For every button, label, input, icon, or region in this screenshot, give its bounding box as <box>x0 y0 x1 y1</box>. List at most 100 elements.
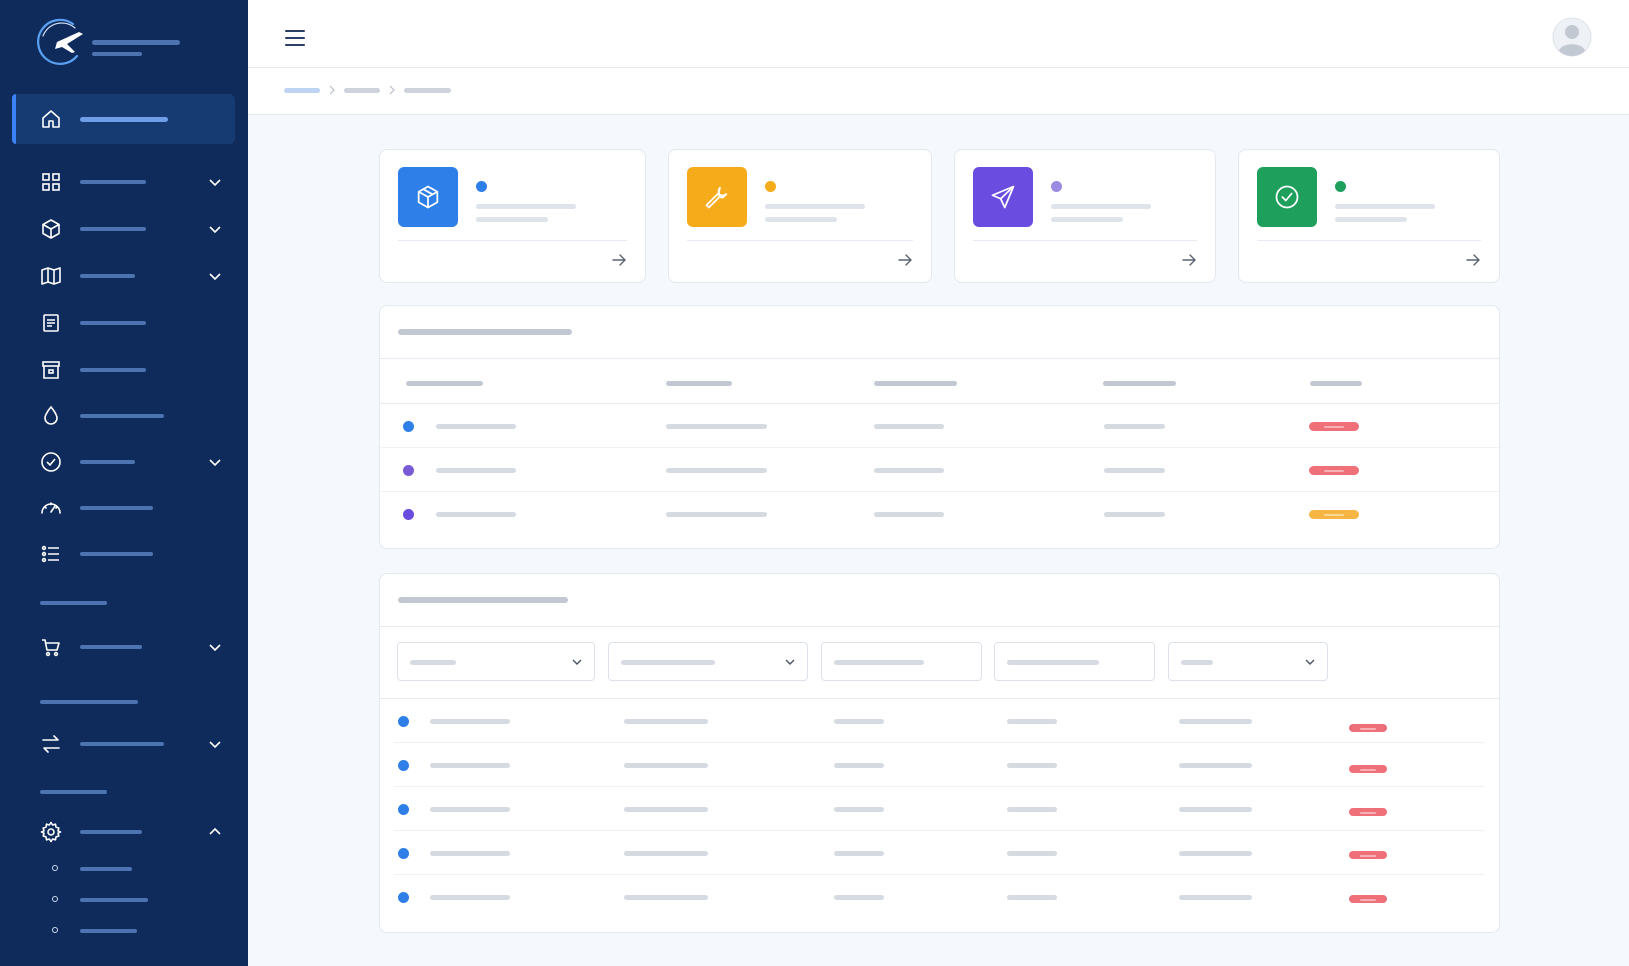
table-cell <box>624 851 708 856</box>
table-cell <box>1104 512 1165 517</box>
table-cell <box>1007 851 1057 856</box>
bullet-icon <box>52 896 58 902</box>
table-header-cell[interactable] <box>666 381 732 386</box>
summary-card[interactable] <box>668 149 932 283</box>
arrow-right-icon[interactable] <box>1181 252 1197 268</box>
top-bar <box>248 0 1629 68</box>
table-cell <box>666 468 767 473</box>
check-circle-icon <box>1275 185 1299 209</box>
sidebar-item-gauge[interactable] <box>12 483 235 533</box>
table-row[interactable] <box>394 787 1485 831</box>
table-row[interactable] <box>394 743 1485 787</box>
status-badge <box>1349 765 1387 773</box>
sidebar-item-map[interactable] <box>12 251 235 301</box>
table-row[interactable] <box>380 492 1499 536</box>
chevron-right-icon <box>329 85 335 95</box>
breadcrumb-item[interactable] <box>344 88 380 93</box>
sidebar-item-home[interactable] <box>12 94 235 144</box>
status-badge <box>1349 851 1387 859</box>
table-row[interactable] <box>394 831 1485 875</box>
status-dot <box>765 181 776 192</box>
sidebar-item-settings[interactable] <box>12 807 235 857</box>
sidebar-item-label <box>80 227 146 231</box>
summary-card[interactable] <box>954 149 1216 283</box>
gear-icon <box>40 821 62 843</box>
card-divider <box>687 240 913 241</box>
table-cell <box>874 424 944 429</box>
bullet-icon <box>52 865 58 871</box>
filter-select[interactable] <box>1168 642 1328 681</box>
sidebar-subitem-label <box>80 867 132 871</box>
arrow-right-icon[interactable] <box>1465 252 1481 268</box>
chevron-down-icon <box>785 659 795 665</box>
chevron-down-icon[interactable] <box>207 174 223 190</box>
table-cell <box>1104 424 1165 429</box>
arrow-right-icon[interactable] <box>611 252 627 268</box>
filter-input[interactable] <box>994 642 1155 681</box>
table-header-cell[interactable] <box>1103 381 1176 386</box>
sidebar <box>0 0 248 966</box>
card-title-placeholder <box>1335 204 1435 209</box>
row-status-dot <box>398 804 409 815</box>
table-row[interactable] <box>394 875 1485 919</box>
filter-select[interactable] <box>397 642 595 681</box>
sidebar-item-document[interactable] <box>12 298 235 348</box>
chevron-down-icon[interactable] <box>207 221 223 237</box>
sidebar-item-cart[interactable] <box>12 622 235 672</box>
wrench-icon <box>705 186 728 209</box>
card-divider <box>973 240 1197 241</box>
summary-card[interactable] <box>379 149 646 283</box>
sidebar-item-cube[interactable] <box>12 204 235 254</box>
table-header-cell[interactable] <box>1310 381 1362 386</box>
sidebar-item-droplet[interactable] <box>12 391 235 441</box>
sidebar-item-check[interactable] <box>12 437 235 487</box>
table-row[interactable] <box>380 404 1499 448</box>
table-header-cell[interactable] <box>406 381 483 386</box>
gauge-icon <box>41 502 61 514</box>
card-icon-tile <box>398 167 458 227</box>
filter-input[interactable] <box>821 642 982 681</box>
sidebar-subitem[interactable] <box>50 921 230 941</box>
sidebar-item-label <box>80 274 135 278</box>
table-cell <box>430 851 510 856</box>
sidebar-item-archive[interactable] <box>12 345 235 395</box>
airplane-orbit-logo-icon[interactable] <box>33 18 85 70</box>
chevron-down-icon <box>572 659 582 665</box>
breadcrumb-bar <box>248 68 1629 115</box>
panel-title-placeholder <box>398 597 568 603</box>
status-dot <box>1051 181 1062 192</box>
table-row[interactable] <box>394 699 1485 743</box>
chevron-down-icon[interactable] <box>207 454 223 470</box>
chevron-down-icon[interactable] <box>207 736 223 752</box>
status-badge <box>1349 895 1387 903</box>
filter-select[interactable] <box>608 642 808 681</box>
table-header-cell[interactable] <box>874 381 957 386</box>
status-dot <box>476 181 487 192</box>
user-avatar-icon[interactable] <box>1552 17 1592 57</box>
sidebar-item-list[interactable] <box>12 529 235 579</box>
card-divider <box>1257 240 1481 241</box>
droplet-icon <box>44 405 58 425</box>
summary-card[interactable] <box>1238 149 1500 283</box>
table-row[interactable] <box>380 448 1499 492</box>
chevron-down-icon[interactable] <box>207 268 223 284</box>
sidebar-section-label <box>40 601 107 605</box>
bullet-icon <box>52 927 58 933</box>
home-icon <box>42 110 60 128</box>
breadcrumb-item[interactable] <box>284 88 320 93</box>
table-cell <box>430 719 510 724</box>
sidebar-item-grid[interactable] <box>12 157 235 207</box>
breadcrumb-item <box>404 88 451 93</box>
sidebar-subitem-label <box>80 898 148 902</box>
status-badge <box>1349 724 1387 732</box>
chevron-up-icon[interactable] <box>207 824 223 840</box>
sidebar-subitem[interactable] <box>50 859 230 879</box>
chevron-down-icon[interactable] <box>207 639 223 655</box>
table-cell <box>1007 807 1057 812</box>
table-cell <box>666 512 767 517</box>
hamburger-icon[interactable] <box>284 28 306 48</box>
sidebar-subitem[interactable] <box>50 890 230 910</box>
arrow-right-icon[interactable] <box>897 252 913 268</box>
sidebar-item-transfer[interactable] <box>12 719 235 769</box>
card-title-placeholder <box>765 204 865 209</box>
